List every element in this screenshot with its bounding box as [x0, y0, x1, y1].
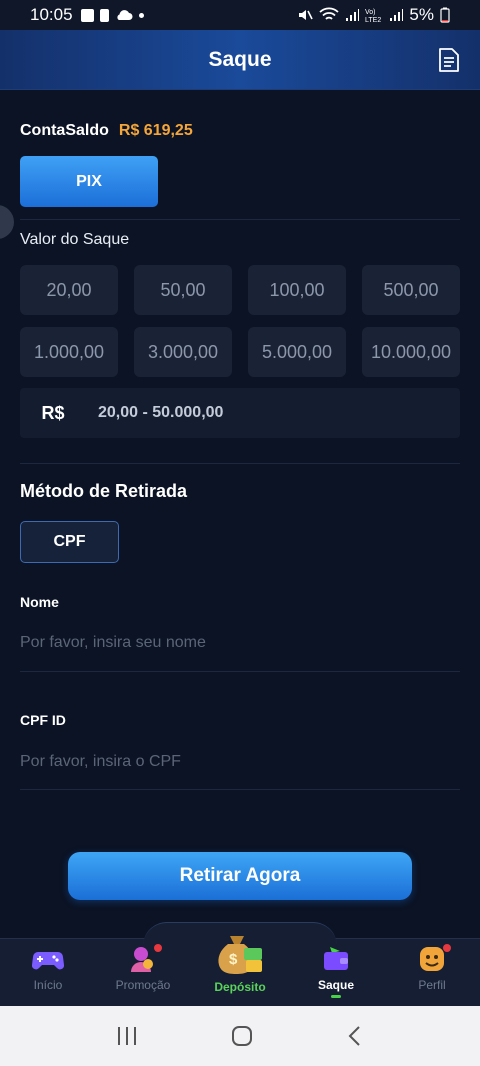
divider [20, 671, 460, 672]
signal-icon [346, 9, 360, 21]
nav-item-deposito[interactable]: $ Depósito [195, 930, 285, 994]
signal-icon-2 [390, 9, 404, 21]
amount-option[interactable]: 5.000,00 [248, 327, 346, 377]
amount-range-placeholder: 20,00 - 50.000,00 [98, 404, 224, 421]
withdraw-content: ContaSaldo R$ 619,25 PIX Valor do Saque … [0, 90, 480, 938]
amount-option[interactable]: 500,00 [362, 265, 460, 315]
recent-apps-icon[interactable] [115, 1025, 139, 1047]
divider [20, 789, 460, 790]
amount-section-label: Valor do Saque [20, 231, 130, 248]
nav-item-inicio[interactable]: Início [3, 944, 93, 992]
nav-label: Início [33, 978, 63, 992]
notification-icons [80, 8, 144, 22]
system-nav-bar [0, 1006, 480, 1066]
amount-option[interactable]: 50,00 [134, 265, 232, 315]
wallet-icon [324, 947, 348, 970]
cpf-method-button[interactable]: CPF [20, 521, 119, 563]
promo-badge [154, 944, 162, 952]
currency-symbol: R$ [41, 402, 65, 423]
balance-value: R$ 619,25 [118, 122, 193, 139]
gallery-icon [80, 8, 94, 22]
cpf-input[interactable] [20, 745, 460, 779]
home-icon[interactable] [230, 1024, 254, 1048]
page-title: Saque [208, 47, 272, 71]
name-input[interactable] [20, 626, 460, 660]
cpf-field-label: CPF ID [20, 712, 66, 728]
balance-label: ContaSaldo [20, 122, 109, 139]
profile-badge [443, 944, 451, 952]
nav-label: Promoção [115, 978, 171, 992]
status-time: 10:05 [30, 5, 73, 24]
nav-item-saque[interactable]: Saque [291, 944, 381, 998]
amount-option[interactable]: 10.000,00 [362, 327, 460, 377]
money-bag-icon: $ [218, 936, 262, 974]
divider [20, 219, 460, 220]
battery-percent: 5% [409, 5, 434, 24]
amount-input[interactable]: R$ 20,00 - 50.000,00 [20, 388, 460, 438]
page-header: Saque [0, 30, 480, 90]
balance-row: ContaSaldo R$ 619,25 [20, 122, 193, 140]
svg-text:LTE2: LTE2 [365, 17, 381, 23]
status-bar: 10:05 Vo) LTE2 5% [0, 0, 480, 30]
amount-option[interactable]: 20,00 [20, 265, 118, 315]
battery-icon [440, 7, 450, 23]
svg-text:$: $ [229, 951, 238, 968]
back-icon[interactable] [345, 1024, 365, 1048]
active-tab-indicator [331, 995, 341, 998]
pix-method-tab[interactable]: PIX [20, 156, 158, 207]
divider [20, 463, 460, 464]
gamepad-icon [32, 952, 64, 970]
amount-option[interactable]: 100,00 [248, 265, 346, 315]
wifi-icon [319, 7, 340, 20]
svg-text:Vo): Vo) [365, 9, 376, 16]
volte-icon: Vo)LTE2 [365, 9, 381, 23]
records-document-icon[interactable] [438, 47, 460, 73]
withdraw-method-title: Método de Retirada [20, 481, 188, 501]
amount-option[interactable]: 1.000,00 [20, 327, 118, 377]
nav-label: Depósito [214, 980, 266, 994]
alert-icon [99, 8, 109, 22]
mute-icon [299, 10, 314, 20]
nav-label: Saque [317, 978, 354, 992]
amount-options-grid: 20,00 50,00 100,00 500,00 1.000,00 3.000… [20, 265, 460, 377]
nav-item-perfil[interactable]: Perfil [387, 944, 477, 992]
withdraw-now-button[interactable]: Retirar Agora [68, 852, 412, 900]
nav-item-promocao[interactable]: Promoção [98, 944, 188, 992]
cloud-icon [116, 10, 133, 20]
nav-label: Perfil [418, 978, 446, 992]
more-notifications-icon [138, 12, 144, 18]
name-field-label: Nome [20, 594, 59, 610]
amount-option[interactable]: 3.000,00 [134, 327, 232, 377]
